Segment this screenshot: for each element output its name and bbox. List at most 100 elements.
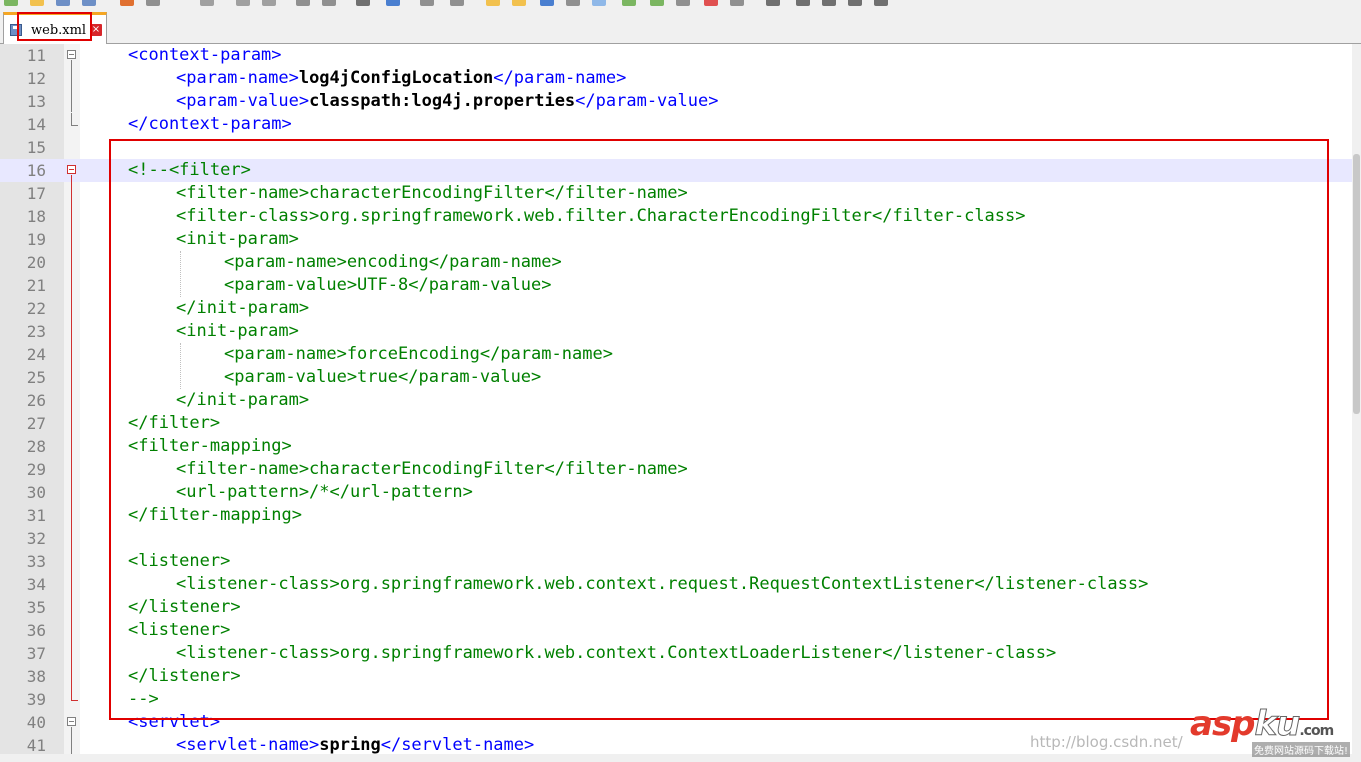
code-text: <context-param>: [128, 44, 282, 67]
line-number: 35: [26, 598, 46, 617]
line-number: 27: [26, 414, 46, 433]
tag-token: <param-value>: [176, 91, 310, 111]
tag-token: <context-param>: [128, 45, 282, 65]
line-number: 16: [26, 161, 46, 180]
cut-icon[interactable]: [200, 0, 214, 6]
code-line[interactable]: 14 </context-param>: [0, 113, 1352, 136]
redo-icon[interactable]: [322, 0, 336, 6]
code-line[interactable]: 13 <param-value>classpath:log4j.propertie…: [0, 90, 1352, 113]
line-number: 17: [26, 184, 46, 203]
language-icon[interactable]: [622, 0, 636, 6]
fold-collapse-icon[interactable]: [67, 165, 76, 174]
fold-range-line: [71, 175, 72, 698]
fold-range-line: [71, 60, 72, 112]
record-macro-icon[interactable]: [704, 0, 718, 6]
line-number: 11: [26, 46, 46, 65]
logo-ku: ku: [1254, 704, 1301, 745]
play-macro-icon[interactable]: [766, 0, 780, 6]
vertical-scrollbar[interactable]: [1352, 44, 1361, 762]
value-token: spring: [319, 735, 381, 754]
spellcheck-icon[interactable]: [848, 0, 862, 6]
tag-token: </param-value>: [575, 91, 719, 111]
copy-icon[interactable]: [236, 0, 250, 6]
replace-icon[interactable]: [386, 0, 400, 6]
stop-macro-icon[interactable]: [730, 0, 744, 6]
new-file-icon[interactable]: [4, 0, 18, 6]
watermark-tagline: 免费网站源码下载站!: [1252, 742, 1351, 757]
tag-token: <param-name>: [176, 68, 299, 88]
undo-icon[interactable]: [296, 0, 310, 6]
comment-annotation-box: [109, 139, 1329, 720]
function-list-icon[interactable]: [676, 0, 690, 6]
fold-range-line: [71, 727, 72, 754]
line-number: 25: [26, 368, 46, 387]
line-number: 41: [26, 736, 46, 754]
line-number: 14: [26, 115, 46, 134]
line-number: 28: [26, 437, 46, 456]
sync-v-icon[interactable]: [486, 0, 500, 6]
tag-token: </param-name>: [493, 68, 627, 88]
watermark-url: http://blog.csdn.net/: [1030, 733, 1183, 751]
line-number: 32: [26, 529, 46, 548]
tag-token: </servlet-name>: [380, 735, 535, 754]
logo-com: .com: [1299, 723, 1334, 739]
line-number: 31: [26, 506, 46, 525]
sync-h-icon[interactable]: [512, 0, 526, 6]
line-number: 24: [26, 345, 46, 364]
line-number: 22: [26, 299, 46, 318]
line-number: 30: [26, 483, 46, 502]
line-number: 21: [26, 276, 46, 295]
line-number: 29: [26, 460, 46, 479]
line-number: 13: [26, 92, 46, 111]
zoom-out-icon[interactable]: [450, 0, 464, 6]
line-number: 26: [26, 391, 46, 410]
line-number: 36: [26, 621, 46, 640]
code-line[interactable]: 12 <param-name>log4jConfigLocation</param…: [0, 67, 1352, 90]
open-file-icon[interactable]: [30, 0, 44, 6]
line-number: 37: [26, 644, 46, 663]
value-token: log4jConfigLocation: [298, 68, 494, 88]
code-text: <servlet-name>spring</servlet-name>: [176, 734, 534, 754]
find-icon[interactable]: [356, 0, 370, 6]
show-all-chars-icon[interactable]: [566, 0, 580, 6]
fold-end-marker: [71, 113, 78, 126]
logo-asp: asp: [1190, 704, 1256, 744]
line-number: 18: [26, 207, 46, 226]
word-wrap-icon[interactable]: [540, 0, 554, 6]
code-line[interactable]: 11 <context-param>: [0, 44, 1352, 67]
tab-annotation-box: [17, 12, 92, 41]
vertical-scroll-thumb[interactable]: [1353, 154, 1360, 414]
fold-collapse-icon[interactable]: [67, 50, 76, 59]
line-number: 15: [26, 138, 46, 157]
tag-token: <servlet-name>: [176, 735, 320, 754]
extra-icon[interactable]: [874, 0, 888, 6]
fold-collapse-icon[interactable]: [67, 717, 76, 726]
line-number: 39: [26, 690, 46, 709]
line-number: 23: [26, 322, 46, 341]
indent-guide-icon[interactable]: [592, 0, 606, 6]
watermark-logo: aspku.com: [1190, 704, 1334, 745]
tab-bar: web.xml ×: [0, 8, 1361, 44]
doc-map-icon[interactable]: [650, 0, 664, 6]
line-number: 40: [26, 713, 46, 732]
horizontal-scrollbar[interactable]: [0, 754, 1352, 762]
line-number: 12: [26, 69, 46, 88]
line-number: 19: [26, 230, 46, 249]
close-file-icon[interactable]: [120, 0, 134, 6]
save-macro-icon[interactable]: [822, 0, 836, 6]
fold-end-marker: [71, 688, 78, 701]
tag-token: </context-param>: [128, 114, 292, 134]
print-icon[interactable]: [146, 0, 160, 6]
line-number: 20: [26, 253, 46, 272]
save-icon[interactable]: [56, 0, 70, 6]
zoom-in-icon[interactable]: [420, 0, 434, 6]
value-token: classpath:log4j.properties: [309, 91, 576, 111]
line-number: 33: [26, 552, 46, 571]
line-number: 38: [26, 667, 46, 686]
code-text: </context-param>: [128, 113, 292, 136]
save-all-icon[interactable]: [82, 0, 96, 6]
paste-icon[interactable]: [262, 0, 276, 6]
run-macro-multiple-icon[interactable]: [796, 0, 810, 6]
toolbar: [0, 0, 1361, 8]
line-number: 34: [26, 575, 46, 594]
